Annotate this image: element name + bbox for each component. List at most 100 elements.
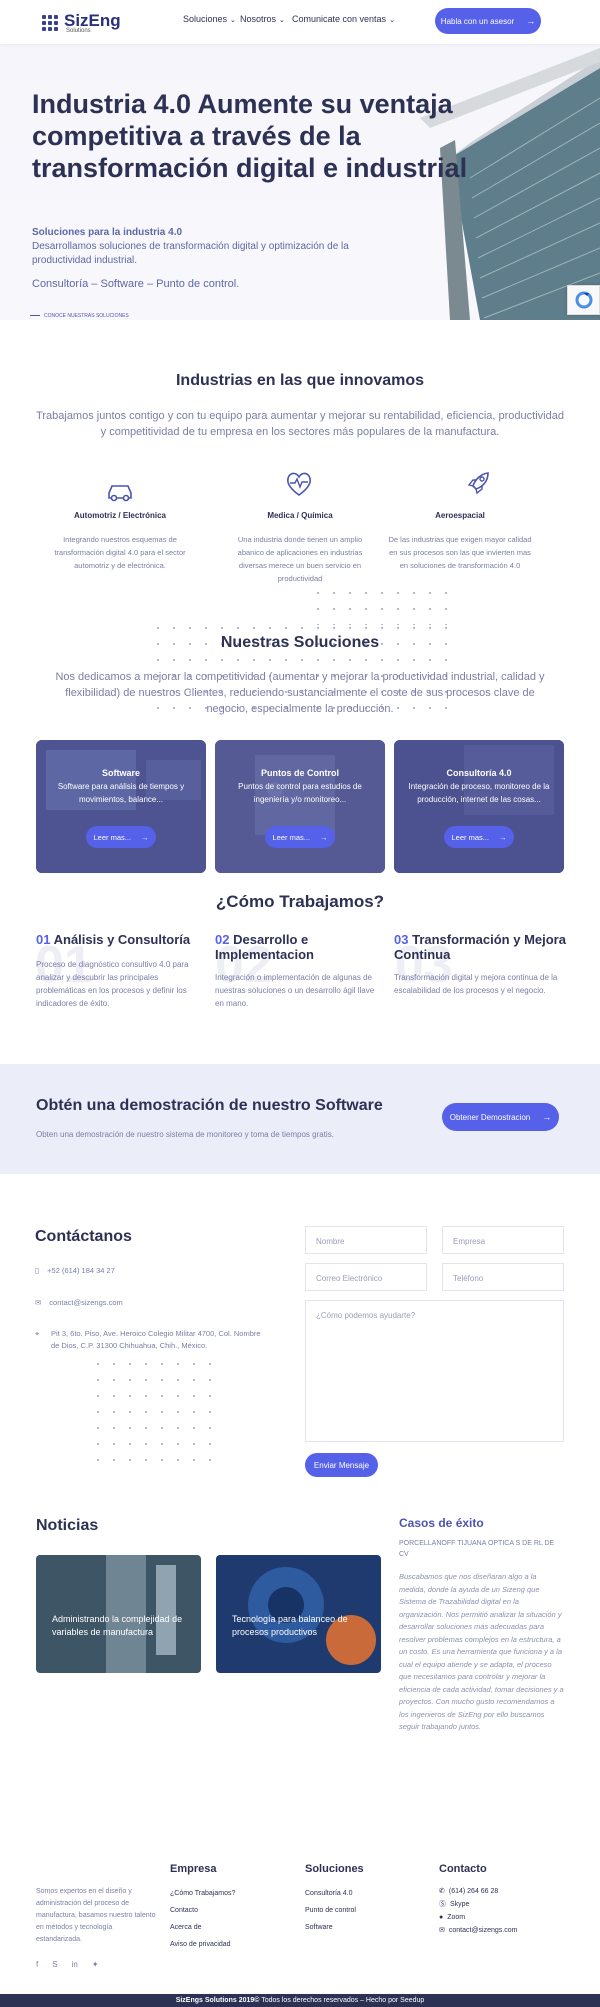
dot-pattern [90,1356,225,1471]
news-card-title: Administrando la complejidad de variable… [52,1614,183,1637]
mail-icon: ✉ [439,1927,445,1934]
news-card-title: Tecnología para balanceo de procesos pro… [232,1614,348,1637]
nav-nosotros[interactable]: Nosotros ⌄ [240,14,285,24]
step-text: Proceso de diagnóstico consultivo 4.0 pa… [36,960,189,1008]
chevron-down-icon: ⌄ [389,17,395,24]
contact-email[interactable]: ✉ contact@sizengs.com [35,1297,123,1309]
cases-title: Casos de éxito [399,1516,484,1530]
advisor-button[interactable]: Habla con un asesor → [435,8,541,34]
footer-link[interactable]: Punto de control [305,1902,356,1919]
footer-link[interactable]: Consultoría 4.0 [305,1885,352,1902]
footer-soluciones-title: Soluciones [305,1863,364,1875]
arrow-right-icon: → [499,832,507,842]
how-title: ¿Cómo Trabajamos? [215,892,385,911]
solution-card-control[interactable]: Puntos de Control Puntos de control para… [215,740,385,873]
skype-icon[interactable]: S [52,1960,57,1969]
industry-name: Automotriz / Electrónica [73,511,166,520]
industry-text: Integrando nuestros esquemas de transfor… [54,535,186,570]
arrow-right-icon: → [542,1112,552,1122]
footer-link[interactable]: Aviso de privacidad [170,1936,231,1953]
car-icon [108,485,132,502]
industries-title: Industrias en las que innovamos [175,372,425,389]
phone-icon: ▯ [35,1266,40,1275]
contact-phone: ▯ +52 (614) 184 34 27 [35,1266,115,1275]
card-title: Puntos de Control [261,768,339,778]
copyright-bar: SizEngs Solutions 2019© Todos los derech… [0,1994,600,2007]
case-company: PORCELLANOFF TIJUANA OPTICA S DE RL DE C… [399,1540,555,1558]
zoom-icon: ● [439,1914,444,1921]
copyright-brand: SizEngs Solutions 2019© [175,1997,260,2004]
footer-link[interactable]: Acerca de [170,1919,202,1936]
company-input[interactable]: Empresa [442,1226,564,1254]
footer-empresa-title: Empresa [170,1863,217,1875]
industry-text: Una industria donde tienen un amplio aba… [237,535,363,583]
send-message-button[interactable]: Enviar Mensaje [305,1453,378,1477]
recaptcha-icon [575,291,593,309]
hero-description: Desarrollamos soluciones de transformaci… [32,241,349,266]
card-text: Integración de proceso, monitoreo de la … [408,782,550,804]
footer-about: Somos expertos en el diseño y administra… [36,1888,156,1943]
footer-contact-email[interactable]: ✉ contact@sizengs.com [439,1922,517,1939]
get-demo-button[interactable]: Obtener Demostracion → [442,1103,559,1131]
location-pin-icon: ⌖ [35,1329,40,1338]
skype-icon: Ⓢ [439,1901,446,1908]
hero-subtitle: Soluciones para la industria 4.0 [32,227,183,238]
arrow-right-icon: → [141,832,149,842]
industry-name: Medica / Química [267,511,333,520]
card-title: Software [101,768,140,778]
logo-mark-icon [42,15,58,31]
mail-icon: ✉ [35,1298,42,1307]
card-title: Consultoría 4.0 [446,768,512,778]
read-more-button[interactable]: Leer mas... → [265,826,335,848]
card-text: Software para análisis de tiempos y movi… [57,782,185,804]
step-title: 01 Análisis y Consultoría [36,932,191,947]
twitter-icon[interactable]: ✦ [92,1960,99,1969]
message-textarea[interactable]: ¿Cómo podemos ayudarte? [305,1300,564,1442]
phone-input[interactable]: Teléfono [442,1263,564,1291]
demo-title: Obtén una demostración de nuestro Softwa… [36,1097,383,1114]
solution-card-software[interactable]: Software Software para análisis de tiemp… [36,740,206,873]
footer-link[interactable]: Contacto [170,1902,198,1919]
solutions-text: Nos dedicamos a mejorar la competitivida… [55,671,545,715]
read-more-button[interactable]: Leer mas... → [444,826,514,848]
demo-text: Obten una demostración de nuestro sistem… [36,1130,334,1139]
footer-link[interactable]: Software [305,1919,333,1936]
read-more-button[interactable]: Leer mas... → [86,826,156,848]
solutions-title: Nuestras Soluciones [220,634,380,651]
recaptcha-badge[interactable] [567,285,600,315]
demo-section: Obtén una demostración de nuestro Softwa… [0,1064,600,1174]
news-card[interactable]: Tecnología para balanceo de procesos pro… [216,1555,381,1673]
name-input[interactable]: Nombre [305,1226,427,1254]
footer-contacto-title: Contacto [439,1863,487,1875]
chevron-down-icon: ⌄ [230,17,236,24]
heart-pulse-icon [286,472,312,496]
nav-ventas[interactable]: Comunicate con ventas ⌄ [292,14,395,24]
footer-link[interactable]: ¿Cómo Trabajamos? [170,1885,235,1902]
step-title: 03 Transformación y Mejora Continua [394,932,566,962]
logo[interactable]: SizEng Solutions [42,12,121,34]
linkedin-icon[interactable]: in [72,1960,78,1969]
solution-card-consulting[interactable]: Consultoría 4.0 Integración de proceso, … [394,740,564,873]
step-text: Transformación digital y mejora continua… [394,973,558,995]
solutions-link[interactable]: CONOCE NUESTRAS SOLUCIONES [30,313,129,319]
step-text: Integración o implementación de algunas … [215,973,375,1008]
nav-soluciones[interactable]: Soluciones ⌄ [183,14,236,24]
hero-tagline: Consultoría – Software – Punto de contro… [32,278,240,290]
contact-title: Contáctanos [35,1228,132,1245]
arrow-right-icon: → [320,832,328,842]
arrow-right-icon: → [526,16,536,26]
step-title: 02 Desarrollo e Implementacion [215,932,314,962]
industry-name: Aeroespacial [435,511,485,520]
news-title: Noticias [36,1517,99,1534]
news-card[interactable]: Administrando la complejidad de variable… [36,1555,201,1673]
social-links: f S in ✦ [36,1960,99,1969]
contact-address: ⌖ Pit 3, 6to. Piso, Ave. Heroico Colegio … [35,1329,261,1350]
hero-title: Industria 4.0 Aumente su ventaja competi… [32,89,468,183]
industry-text: De las industrias que exigen mayor calid… [388,535,532,570]
rocket-icon [467,472,489,495]
email-input[interactable]: Correo Electrónico [305,1263,427,1291]
card-text: Puntos de control para estudios de ingen… [238,782,362,804]
phone-icon: ✆ [439,1888,445,1895]
facebook-icon[interactable]: f [36,1960,38,1969]
chevron-down-icon: ⌄ [279,17,285,24]
